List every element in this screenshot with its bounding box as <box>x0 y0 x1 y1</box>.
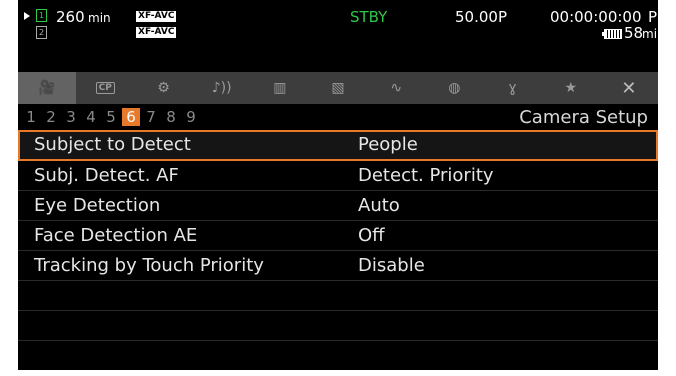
close-menu-button[interactable]: ✕ <box>600 72 658 104</box>
page-5[interactable]: 5 <box>102 108 120 126</box>
status-bar: 1 260 min 2 XF-AVC XF-AVC STBY 50.00P 00… <box>18 0 658 70</box>
rec-time-unit: min <box>88 11 111 25</box>
menu-item-value: People <box>358 134 418 155</box>
battery-unit: min <box>642 27 658 41</box>
system-setup-icon: ɣ <box>508 80 517 96</box>
my-menu-star-icon: ★ <box>564 80 578 96</box>
remaining-rec-time: 260 <box>56 8 85 26</box>
tab-my-menu[interactable]: ★ <box>542 72 600 104</box>
video-setup-icon: ▥ <box>273 80 287 96</box>
page-7[interactable]: 7 <box>142 108 160 126</box>
settings-list: Subject to Detect People Subj. Detect. A… <box>18 130 658 370</box>
page-6-active[interactable]: 6 <box>122 108 140 126</box>
page-8[interactable]: 8 <box>162 108 180 126</box>
page-3[interactable]: 3 <box>62 108 80 126</box>
audio-icon: ♪)) <box>211 80 232 96</box>
page-2[interactable]: 2 <box>42 108 60 126</box>
tab-audio-setup[interactable]: ♪)) <box>193 72 251 104</box>
page-9[interactable]: 9 <box>182 108 200 126</box>
menu-item-empty <box>18 311 658 341</box>
tc-ub-icon: ∿ <box>390 80 403 96</box>
network-icon: ◍ <box>448 80 461 96</box>
menu-item-value: Disable <box>358 255 425 276</box>
timecode-suffix: P <box>648 8 658 26</box>
menu-item-label: Subject to Detect <box>34 134 191 155</box>
lcd-viewfinder-icon: ▧ <box>331 80 345 96</box>
codec-badge-main: XF-AVC <box>136 11 177 22</box>
menu-item-eye-detection[interactable]: Eye Detection Auto <box>18 191 658 221</box>
menu-item-tracking-by-touch-priority[interactable]: Tracking by Touch Priority Disable <box>18 251 658 281</box>
frame-rate: 50.00P <box>455 8 507 26</box>
timecode: 00:00:00:00 <box>550 8 642 26</box>
page-4[interactable]: 4 <box>82 108 100 126</box>
tab-video-setup[interactable]: ▥ <box>251 72 309 104</box>
menu-item-label: Subj. Detect. AF <box>34 165 179 186</box>
card-slot-2-icon: 2 <box>36 26 47 39</box>
close-icon: ✕ <box>621 77 637 99</box>
tab-camera-setup[interactable]: 🎥 <box>18 72 77 104</box>
page-1[interactable]: 1 <box>22 108 40 126</box>
battery-icon <box>602 29 622 39</box>
menu-tab-bar: 🎥 CP ⚙ ♪)) ▥ ▧ ∿ ◍ ɣ ★ ✕ <box>18 72 658 104</box>
tab-lcd-vf-setup[interactable]: ▧ <box>309 72 367 104</box>
menu-item-label: Tracking by Touch Priority <box>34 255 264 276</box>
standby-status: STBY <box>350 8 388 26</box>
codec-badge-sub: XF-AVC <box>136 27 177 38</box>
menu-item-value: Detect. Priority <box>358 165 494 186</box>
camera-icon: 🎥 <box>38 80 56 96</box>
card-slot-1-icon: 1 <box>36 9 47 22</box>
menu-item-subject-to-detect[interactable]: Subject to Detect People <box>18 130 658 161</box>
tab-recording-setup[interactable]: ⚙ <box>134 72 192 104</box>
tab-tc-ub-setup[interactable]: ∿ <box>367 72 425 104</box>
menu-item-empty <box>18 281 658 311</box>
menu-item-subj-detect-af[interactable]: Subj. Detect. AF Detect. Priority <box>18 161 658 191</box>
tab-network-settings[interactable]: ◍ <box>425 72 483 104</box>
tab-custom-picture[interactable]: CP <box>76 72 134 104</box>
menu-item-face-detection-ae[interactable]: Face Detection AE Off <box>18 221 658 251</box>
menu-item-empty <box>18 341 658 370</box>
section-title: Camera Setup <box>519 107 648 128</box>
custom-picture-icon: CP <box>95 82 115 94</box>
camera-menu-screen: 1 260 min 2 XF-AVC XF-AVC STBY 50.00P 00… <box>18 0 658 370</box>
menu-item-value: Off <box>358 225 385 246</box>
menu-item-label: Face Detection AE <box>34 225 198 246</box>
menu-item-value: Auto <box>358 195 400 216</box>
play-icon <box>24 12 30 20</box>
menu-item-label: Eye Detection <box>34 195 161 216</box>
recording-setup-icon: ⚙ <box>157 80 170 96</box>
tab-system-setup[interactable]: ɣ <box>484 72 542 104</box>
page-selector: 1 2 3 4 5 6 7 8 9 Camera Setup <box>18 106 658 128</box>
battery-remaining: 58 <box>624 24 644 42</box>
